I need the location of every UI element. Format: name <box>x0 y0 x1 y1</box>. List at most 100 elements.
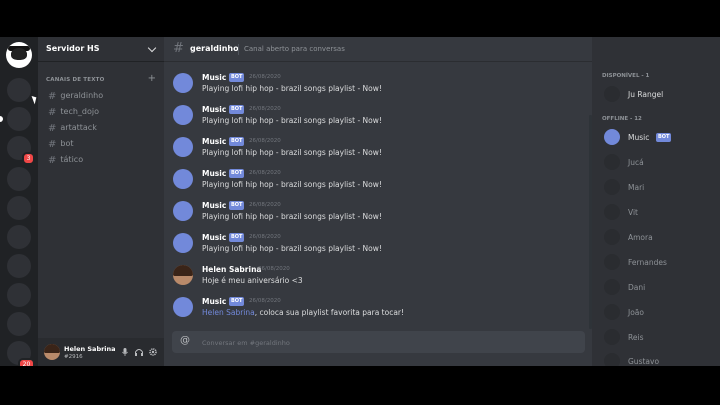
member-item[interactable]: João <box>602 302 717 322</box>
avatar[interactable] <box>173 105 193 125</box>
server-icon[interactable] <box>7 107 31 131</box>
channel-item-geraldinho[interactable]: # geraldinho <box>48 91 103 103</box>
server-icon[interactable] <box>7 254 31 278</box>
message-author[interactable]: Helen Sabrina <box>202 265 261 274</box>
user-name: Helen Sabrina <box>64 345 116 353</box>
server-name: Servidor HS <box>46 44 100 53</box>
channel-label: bot <box>60 139 74 148</box>
member-item[interactable]: Mari <box>602 177 717 197</box>
message-author[interactable]: Music <box>202 73 226 82</box>
member-item[interactable]: Music BOT <box>602 127 717 147</box>
message-author[interactable]: Music <box>202 105 226 114</box>
avatar[interactable] <box>173 297 193 317</box>
member-name: Vit <box>628 208 638 217</box>
server-icon[interactable] <box>7 196 31 220</box>
avatar[interactable] <box>173 233 193 253</box>
message-composer: @ <box>172 331 585 353</box>
member-name: Reis <box>628 333 644 342</box>
member-name: Mari <box>628 183 645 192</box>
message-author[interactable]: Music <box>202 137 226 146</box>
member-item[interactable]: Jucá <box>602 152 717 172</box>
member-item[interactable]: Dani <box>602 277 717 297</box>
member-item[interactable]: Reis <box>602 327 717 347</box>
message: Helen Sabrina 26/08/2020 Hoje é meu aniv… <box>164 261 584 291</box>
server-icon[interactable] <box>7 283 31 307</box>
plus-icon[interactable]: + <box>148 73 156 84</box>
hash-icon: # <box>173 41 184 56</box>
server-icon[interactable] <box>7 312 31 336</box>
member-item[interactable]: Fernandes <box>602 252 717 272</box>
member-name: Ju Rangel <box>628 90 664 99</box>
channel-item-tatico[interactable]: # tático <box>48 155 83 167</box>
avatar <box>604 86 620 102</box>
member-name: Jucá <box>628 158 644 167</box>
message: Music BOT 26/08/2020 Playing lofi hip ho… <box>164 197 584 227</box>
avatar <box>604 154 620 170</box>
avatar <box>604 329 620 345</box>
channel-item-artattack[interactable]: # artattack <box>48 123 97 135</box>
server-icon[interactable] <box>7 78 31 102</box>
bot-badge: BOT <box>229 73 245 82</box>
channel-category[interactable]: CANAIS DE TEXTO <box>46 77 105 83</box>
bot-badge: BOT <box>656 133 672 142</box>
channel-topic: Canal aberto para conversas <box>244 45 345 53</box>
channel-title: geraldinho <box>190 44 239 53</box>
message-text: Helen Sabrina, coloca sua playlist favor… <box>202 308 404 317</box>
at-icon[interactable]: @ <box>180 335 190 346</box>
member-name: Dani <box>628 283 646 292</box>
message-timestamp: 26/08/2020 <box>258 266 290 272</box>
member-item[interactable]: Amora <box>602 227 717 247</box>
avatar[interactable] <box>44 344 60 360</box>
bot-badge: BOT <box>229 233 245 242</box>
message-text: Playing lofi hip hop - brazil songs play… <box>202 116 382 125</box>
message-author[interactable]: Music <box>202 233 226 242</box>
user-mention[interactable]: Helen Sabrina <box>202 308 255 317</box>
avatar <box>604 353 620 366</box>
message-author[interactable]: Music <box>202 201 226 210</box>
user-panel: Helen Sabrina #2916 <box>38 338 164 366</box>
message: Music BOT 26/08/2020 Playing lofi hip ho… <box>164 229 584 259</box>
message-input[interactable] <box>200 335 574 351</box>
message: Music BOT 26/08/2020 Playing lofi hip ho… <box>164 69 584 99</box>
message-timestamp: 26/08/2020 <box>249 106 281 112</box>
message-author[interactable]: Music <box>202 297 226 306</box>
chevron-down-icon[interactable] <box>147 43 157 53</box>
channel-sidebar: Servidor HS CANAIS DE TEXTO + # geraldinh… <box>38 37 164 366</box>
hash-icon: # <box>48 155 57 166</box>
message-timestamp: 26/08/2020 <box>249 74 281 80</box>
avatar[interactable] <box>173 201 193 221</box>
message-timestamp: 26/08/2020 <box>249 234 281 240</box>
avatar[interactable] <box>173 137 193 157</box>
member-name: Music <box>628 133 650 142</box>
home-icon[interactable] <box>6 42 32 68</box>
channel-item-bot[interactable]: # bot <box>48 139 74 151</box>
member-name: Fernandes <box>628 258 667 267</box>
member-name: Amora <box>628 233 653 242</box>
server-icon[interactable] <box>7 167 31 191</box>
discord-app: 3 20 Servidor HS CANAIS DE TEXTO + # gera… <box>0 37 720 366</box>
message-author[interactable]: Music <box>202 169 226 178</box>
member-item[interactable]: Ju Rangel <box>602 84 717 104</box>
avatar[interactable] <box>173 169 193 189</box>
message-text: Hoje é meu aniversário <3 <box>202 276 303 285</box>
channel-item-tech-dojo[interactable]: # tech_dojo <box>48 107 99 119</box>
gear-icon[interactable] <box>148 347 158 357</box>
member-item[interactable]: Vit <box>602 202 717 222</box>
message-text: Playing lofi hip hop - brazil songs play… <box>202 148 382 157</box>
avatar[interactable] <box>173 73 193 93</box>
member-item[interactable]: Gustavo <box>602 351 717 366</box>
hash-icon: # <box>48 123 57 134</box>
message: Music BOT 26/08/2020 Playing lofi hip ho… <box>164 133 584 163</box>
message: Music BOT 26/08/2020 Playing lofi hip ho… <box>164 165 584 195</box>
server-header[interactable]: Servidor HS <box>38 37 164 62</box>
member-name: Gustavo <box>628 357 660 366</box>
unread-indicator <box>0 116 3 122</box>
microphone-icon[interactable] <box>120 347 130 357</box>
avatar[interactable] <box>173 265 193 285</box>
avatar <box>604 304 620 320</box>
server-icon[interactable] <box>7 225 31 249</box>
avatar <box>604 179 620 195</box>
offline-header: OFFLINE - 12 <box>602 116 642 122</box>
headphones-icon[interactable] <box>134 347 144 357</box>
message-timestamp: 26/08/2020 <box>249 170 281 176</box>
